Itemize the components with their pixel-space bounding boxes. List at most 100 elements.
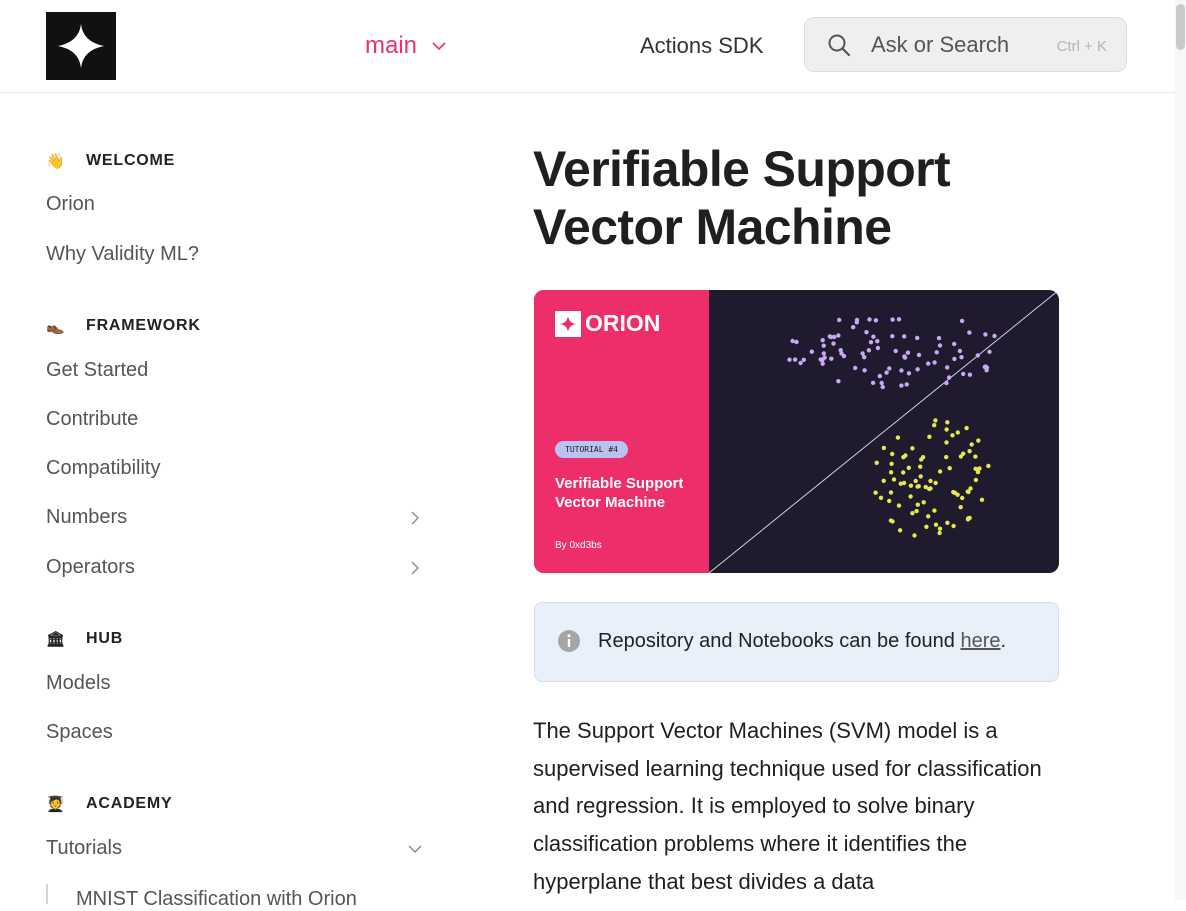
banner-title: Verifiable Support Vector Machine xyxy=(555,475,684,511)
yellow-point xyxy=(888,470,894,475)
top-header: main Actions SDK Ask or Search Ctrl + K xyxy=(0,0,1175,93)
yellow-point xyxy=(891,477,897,482)
yellow-point xyxy=(908,494,913,499)
yellow-point xyxy=(937,469,943,474)
yellow-point xyxy=(973,466,978,471)
yellow-point xyxy=(932,508,937,513)
hint-prefix: Repository and Notebooks can be found xyxy=(598,630,961,652)
section-framework: 👞 FRAMEWORK xyxy=(46,317,201,335)
chevron-right-icon[interactable] xyxy=(408,511,422,525)
section-title: HUB xyxy=(86,630,124,647)
purple-point xyxy=(915,367,920,372)
search-box[interactable]: Ask or Search Ctrl + K xyxy=(804,17,1127,72)
purple-point xyxy=(987,349,992,354)
purple-point xyxy=(880,384,885,390)
sidebar-item-why-validity[interactable]: Why Validity ML? xyxy=(46,243,428,266)
sidebar-item-contribute[interactable]: Contribute xyxy=(46,408,428,431)
sidebar-item-tutorials[interactable]: Tutorials xyxy=(46,837,428,860)
purple-point xyxy=(915,335,920,341)
purple-point xyxy=(822,355,827,360)
yellow-point xyxy=(881,445,887,451)
repository-link[interactable]: here xyxy=(960,630,1000,652)
purple-point xyxy=(934,350,939,355)
purple-point xyxy=(820,338,825,343)
sidebar-item-spaces[interactable]: Spaces xyxy=(46,721,428,744)
intro-paragraph: The Support Vector Machines (SVM) model … xyxy=(533,718,1042,894)
sidebar-item-compatibility[interactable]: Compatibility xyxy=(46,457,428,480)
yellow-point xyxy=(881,478,886,483)
yellow-point xyxy=(950,433,955,438)
purple-point xyxy=(787,357,792,362)
sidebar-item-label: Numbers xyxy=(46,506,128,528)
purple-point xyxy=(906,371,912,376)
search-shortcut: Ctrl + K xyxy=(1056,38,1107,55)
purple-point xyxy=(904,382,909,387)
orion-logo[interactable] xyxy=(46,12,116,80)
chevron-right-icon[interactable] xyxy=(408,561,422,575)
svm-scatter-illustration xyxy=(709,290,1059,573)
page-title: Verifiable Support Vector Machine xyxy=(533,141,951,255)
yellow-point xyxy=(969,442,974,447)
purple-point xyxy=(794,339,799,345)
purple-point xyxy=(952,356,957,362)
sidebar-item-models[interactable]: Models xyxy=(46,672,428,695)
purple-point xyxy=(831,341,836,346)
shoe-icon: 👞 xyxy=(46,318,66,335)
yellow-point xyxy=(977,466,982,471)
sidebar-item-get-started[interactable]: Get Started xyxy=(46,359,428,382)
sidebar-item-operators[interactable]: Operators xyxy=(46,556,428,579)
purple-point xyxy=(957,348,963,354)
actions-sdk-link[interactable]: Actions SDK xyxy=(640,33,764,59)
scrollbar-thumb[interactable] xyxy=(1176,4,1185,50)
yellow-point xyxy=(976,438,981,443)
student-icon: 🧑‍🎓 xyxy=(46,796,66,813)
sidebar-item-label: Orion xyxy=(46,193,95,215)
yellow-point xyxy=(921,500,926,505)
purple-point xyxy=(798,360,803,366)
yellow-point xyxy=(918,474,923,479)
purple-point xyxy=(827,334,832,339)
purple-point xyxy=(944,380,949,386)
purple-point xyxy=(875,345,881,351)
yellow-point xyxy=(918,464,923,469)
sidebar-item-numbers[interactable]: Numbers xyxy=(46,506,428,529)
version-selector[interactable]: main xyxy=(365,32,447,60)
banner-tag: TUTORIAL #4 xyxy=(555,441,628,458)
yellow-point xyxy=(937,530,942,536)
yellow-point xyxy=(920,455,926,460)
yellow-point xyxy=(873,490,878,495)
yellow-point xyxy=(926,514,931,519)
yellow-point xyxy=(908,483,914,488)
yellow-point xyxy=(955,492,960,497)
chevron-down-icon xyxy=(432,42,446,51)
yellow-point xyxy=(973,477,979,483)
scrollbar[interactable] xyxy=(1175,0,1186,900)
chevron-down-icon[interactable] xyxy=(408,842,422,856)
purple-point xyxy=(967,330,972,335)
yellow-point xyxy=(944,454,949,460)
section-hub: 🏛 HUB xyxy=(46,630,123,648)
purple-point xyxy=(945,365,950,370)
section-academy: 🧑‍🎓 ACADEMY xyxy=(46,795,173,813)
yellow-point xyxy=(944,427,949,432)
purple-point xyxy=(905,350,911,355)
yellow-point xyxy=(888,490,894,495)
yellow-point xyxy=(895,435,901,440)
banner-brand-text: ORION xyxy=(585,310,661,336)
yellow-point xyxy=(964,425,969,431)
purple-point xyxy=(821,351,826,356)
purple-point xyxy=(879,380,884,386)
yellow-point xyxy=(947,466,952,471)
yellow-point xyxy=(927,434,932,439)
sidebar-item-orion[interactable]: Orion xyxy=(46,193,428,216)
yellow-point xyxy=(967,449,972,454)
yellow-point xyxy=(896,503,902,508)
purple-point xyxy=(836,379,841,384)
yellow-point xyxy=(915,484,920,489)
purple-point xyxy=(967,372,973,377)
purple-point xyxy=(854,317,860,323)
purple-point xyxy=(936,335,942,341)
purple-point xyxy=(983,364,988,369)
purple-point xyxy=(867,317,872,322)
hint-suffix: . xyxy=(1000,630,1007,652)
